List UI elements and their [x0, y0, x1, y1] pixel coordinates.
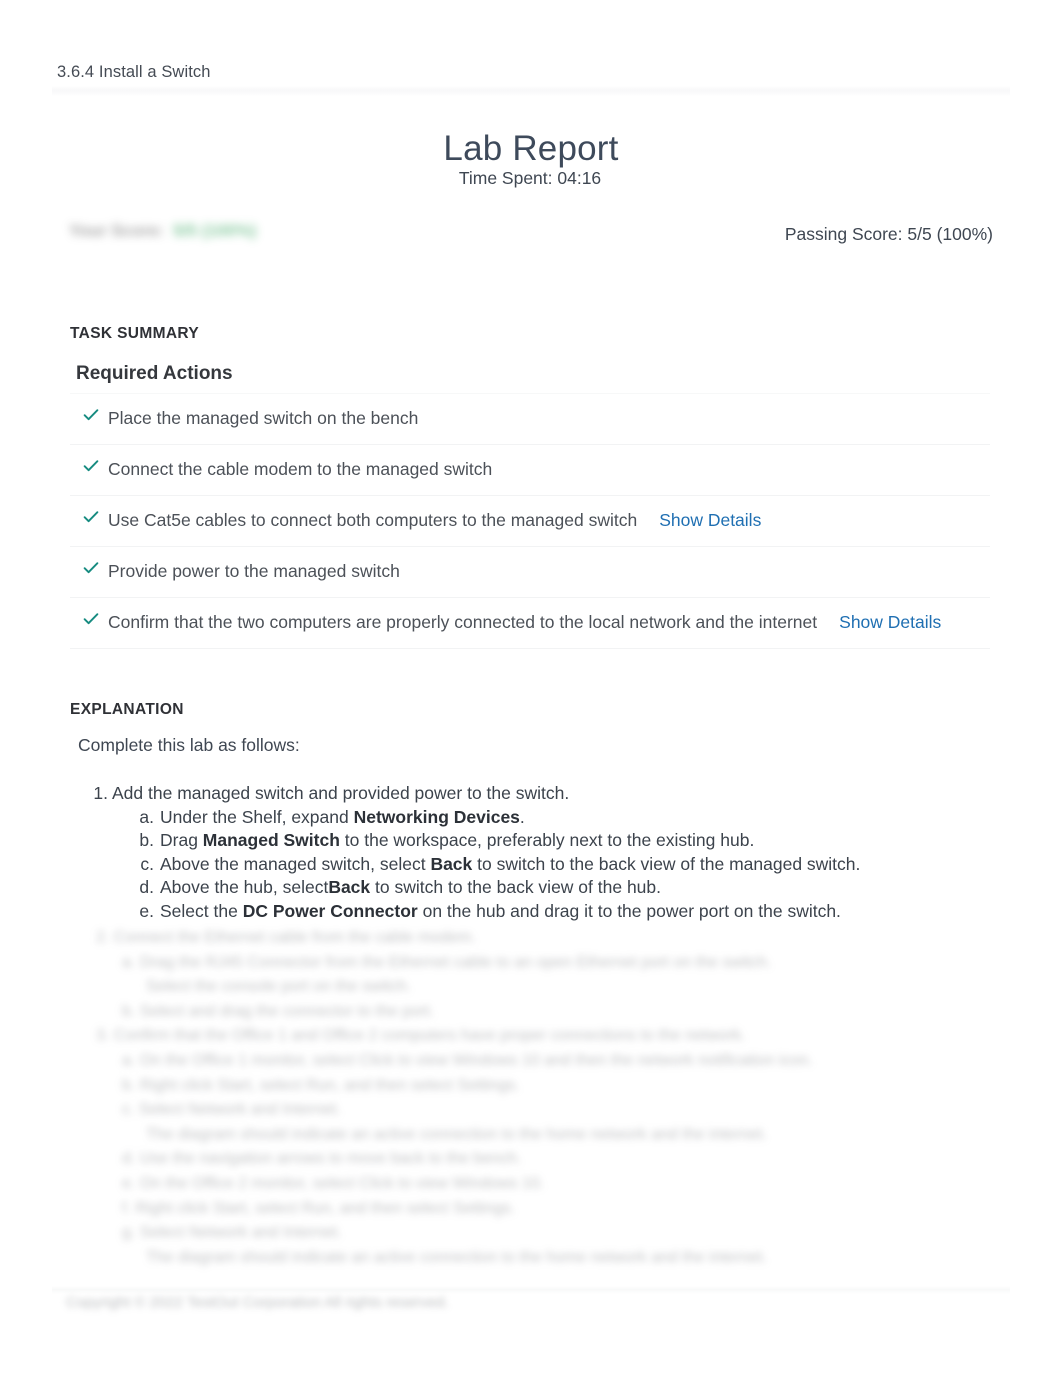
substep-marker: c. — [140, 853, 154, 874]
step-text-fragment: Drag — [160, 830, 203, 851]
footer-divider — [52, 1286, 1010, 1294]
redacted-line: e. On the Office 2 monitor, select Click… — [122, 1174, 545, 1192]
step-text-fragment: Above the hub, select — [160, 877, 329, 898]
your-score-redacted: Your Score: 5/5 (100%) — [69, 220, 256, 242]
explanation-substep: d. Above the hub, selectBack to switch to… — [138, 876, 988, 900]
explanation-substep: e. Select the DC Power Connector on the h… — [138, 900, 988, 924]
redacted-line: d. Use the navigation arrows to move bac… — [122, 1150, 522, 1168]
step-marker: 1. — [93, 783, 108, 803]
required-action-content: Provide power to the managed switch — [70, 559, 990, 584]
redacted-line: a. On the Office 1 monitor, select Click… — [122, 1051, 813, 1069]
redacted-line: f. Right click Start, select Run, and th… — [122, 1199, 516, 1217]
required-action-row: Connect the cable modem to the managed s… — [70, 445, 990, 496]
redacted-line: The diagram should indicate an active co… — [146, 1248, 767, 1266]
redacted-line: g. Select Network and Internet. — [122, 1224, 342, 1242]
required-action-content: Use Cat5e cables to connect both compute… — [70, 508, 990, 533]
score-row: Your Score: 5/5 (100%) Passing Score: 5/… — [57, 214, 1007, 258]
header-divider — [52, 86, 1010, 96]
explanation-step: 1. Add the managed switch and provided po… — [88, 782, 988, 924]
emphasis-text: DC Power Connector — [242, 900, 418, 921]
required-action-label: Place the managed switch on the bench — [108, 408, 419, 428]
step-text-fragment: to switch to the back view of the manage… — [472, 853, 861, 874]
footer-copyright: Copyright © 2022 TestOut Corporation All… — [66, 1294, 449, 1311]
step-text-fragment: to the workspace, preferably next to the… — [339, 830, 755, 851]
time-spent: Time Spent: 04:16 — [458, 168, 602, 188]
substep-marker: a. — [139, 806, 154, 827]
required-action-label: Provide power to the managed switch — [108, 561, 400, 581]
required-actions-title: Required Actions — [76, 363, 233, 384]
step-text-fragment: . — [519, 806, 525, 827]
step-text-fragment: Above the managed switch, select — [160, 853, 431, 874]
emphasis-text: Back — [328, 877, 371, 898]
substep-marker: d. — [139, 877, 154, 898]
redacted-line: b. Right click Start, select Run, and th… — [122, 1076, 520, 1094]
your-score-value: 5/5 (100%) — [173, 221, 257, 240]
explanation-steps: 1. Add the managed switch and provided po… — [88, 782, 988, 924]
explanation-intro: Complete this lab as follows: — [78, 735, 300, 755]
required-action-content: Place the managed switch on the bench — [70, 406, 990, 431]
required-action-content: Confirm that the two computers are prope… — [70, 610, 990, 635]
redacted-line: 3. Confirm that the Office 1 and Office … — [96, 1027, 746, 1045]
step-text-fragment: on the hub and drag it to the power port… — [417, 900, 841, 921]
lab-report-page: 3.6.4 Install a Switch Lab Report Time S… — [0, 0, 1062, 1377]
explanation-substep: a. Under the Shelf, expand Networking Dev… — [138, 806, 988, 830]
substep-marker: e. — [139, 900, 154, 921]
required-actions-list: Place the managed switch on the bench Con… — [70, 393, 990, 649]
required-action-content: Connect the cable modem to the managed s… — [70, 457, 990, 482]
required-action-row: Use Cat5e cables to connect both compute… — [70, 496, 990, 547]
redacted-line: a. Drag the RJ45 Connector from the Ethe… — [122, 953, 772, 971]
show-details-link[interactable]: Show Details — [839, 612, 941, 632]
redacted-line: b. Select and drag the connector to the … — [122, 1002, 435, 1020]
emphasis-text: Back — [430, 853, 473, 874]
step-text-fragment: Select the — [160, 900, 243, 921]
check-icon — [83, 509, 99, 525]
check-icon — [83, 458, 99, 474]
check-icon — [83, 407, 99, 423]
task-summary-label: TASK SUMMARY — [70, 325, 200, 342]
emphasis-text: Managed Switch — [202, 830, 340, 851]
required-action-label: Use Cat5e cables to connect both compute… — [108, 510, 638, 530]
explanation-redacted-block: 2. Connect the Ethernet cable from the c… — [88, 926, 988, 1270]
explanation-label: EXPLANATION — [70, 701, 184, 718]
explanation-substep: c. Above the managed switch, select Back … — [138, 853, 988, 877]
check-icon — [83, 560, 99, 576]
redacted-line: Select the console port on the switch. — [146, 978, 412, 996]
required-action-row: Confirm that the two computers are prope… — [70, 598, 990, 649]
emphasis-text: Networking Devices — [353, 806, 520, 827]
page-title: Lab Report — [443, 129, 619, 169]
redacted-line: The diagram should indicate an active co… — [146, 1125, 767, 1143]
your-score-label: Your Score: — [69, 221, 165, 240]
required-action-label: Connect the cable modem to the managed s… — [108, 459, 493, 479]
explanation-substep: b. Drag Managed Switch to the workspace, … — [138, 829, 988, 853]
required-action-label: Confirm that the two computers are prope… — [108, 612, 818, 632]
passing-score: Passing Score: 5/5 (100%) — [784, 224, 993, 244]
step-text-fragment: to switch to the back view of the hub. — [370, 877, 662, 898]
check-icon — [83, 611, 99, 627]
redacted-line: 2. Connect the Ethernet cable from the c… — [96, 929, 476, 946]
step-text-fragment: Under the Shelf, expand — [160, 806, 354, 827]
breadcrumb: 3.6.4 Install a Switch — [57, 63, 211, 81]
required-action-row: Provide power to the managed switch — [70, 547, 990, 598]
show-details-link[interactable]: Show Details — [659, 510, 761, 530]
substep-marker: b. — [139, 830, 154, 851]
required-action-row: Place the managed switch on the bench — [70, 393, 990, 445]
step-label: Add the managed switch and provided powe… — [112, 783, 570, 803]
explanation-substeps: a. Under the Shelf, expand Networking Dev… — [112, 806, 988, 924]
redacted-line: c. Select Network and Internet. — [122, 1101, 341, 1119]
